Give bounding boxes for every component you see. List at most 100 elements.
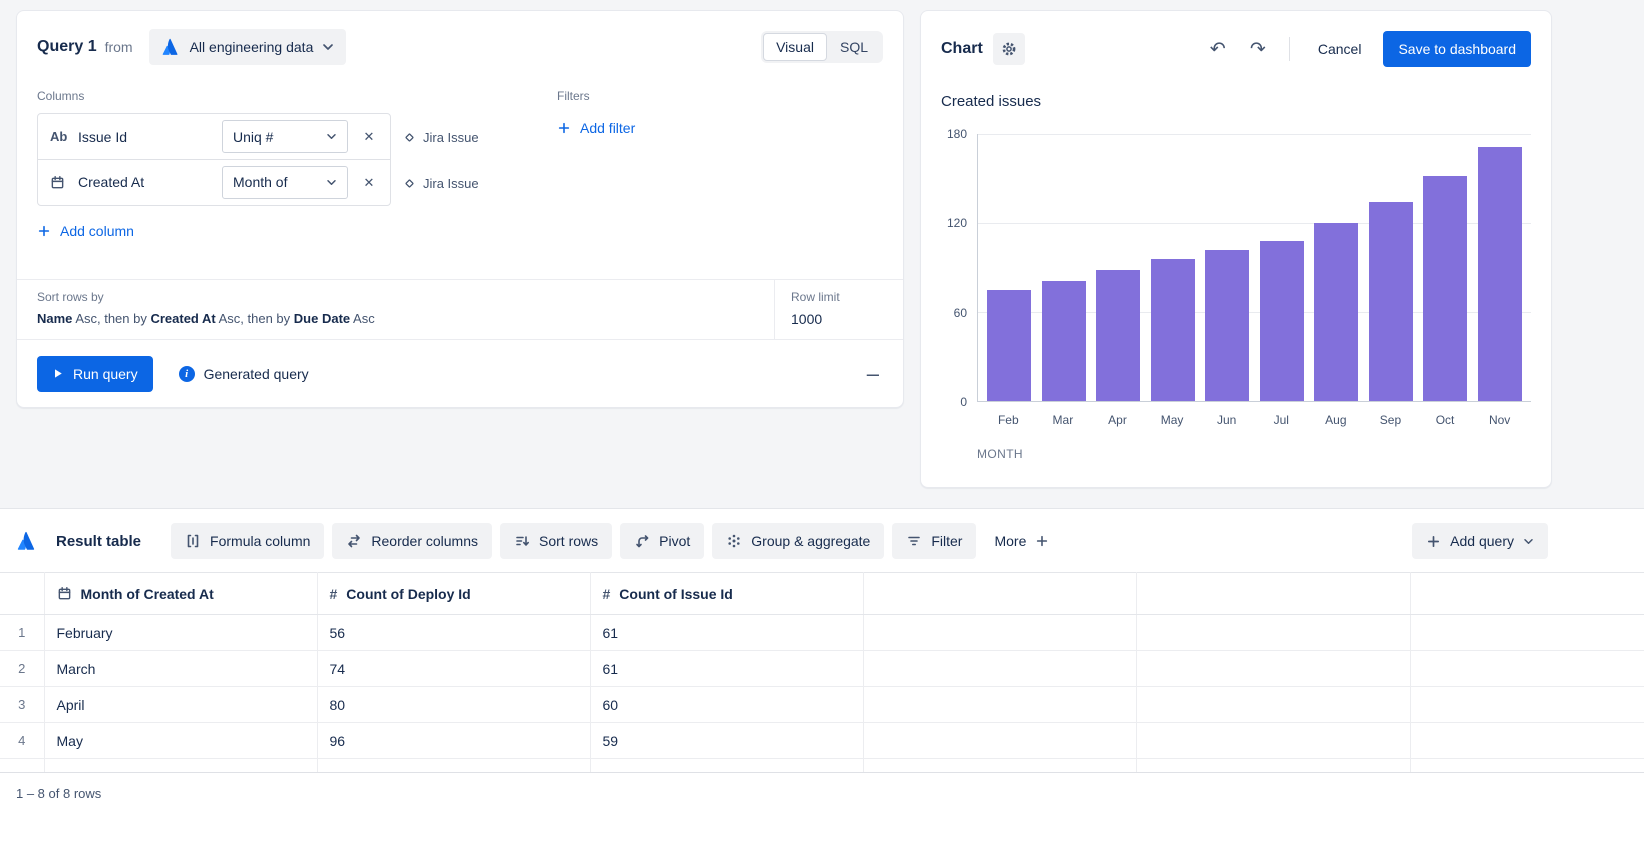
table-cell[interactable] [863, 615, 1136, 651]
empty-column-header[interactable] [1136, 573, 1410, 615]
formula-column-button[interactable]: Formula column [171, 523, 324, 559]
table-cell[interactable]: 61 [590, 615, 863, 651]
bar[interactable] [1478, 147, 1522, 401]
add-column-button[interactable]: Add column [37, 223, 134, 239]
x-tick-label: Jul [1254, 413, 1309, 427]
data-source-selector[interactable]: All engineering data [149, 29, 347, 65]
column-header-month[interactable]: Month of Created At [44, 573, 317, 615]
table-cell[interactable]: 56 [317, 615, 590, 651]
add-filter-button[interactable]: Add filter [557, 120, 635, 136]
table-cell[interactable] [863, 759, 1136, 773]
pivot-button[interactable]: Pivot [620, 523, 704, 559]
bar-nov[interactable] [1473, 134, 1528, 401]
table-cell[interactable]: February [44, 615, 317, 651]
table-cell[interactable] [1410, 723, 1644, 759]
filter-button[interactable]: Filter [892, 523, 976, 559]
table-cell[interactable]: June [44, 759, 317, 773]
column-name: Created At [78, 174, 214, 190]
table-cell[interactable] [1136, 687, 1410, 723]
row-number: 3 [0, 687, 44, 723]
aggregate-select[interactable]: Month of [222, 166, 348, 199]
bar-jun[interactable] [1200, 134, 1255, 401]
redo-icon[interactable]: ↷ [1243, 35, 1273, 63]
aggregate-select[interactable]: Uniq # [222, 120, 348, 153]
table-cell[interactable] [1410, 651, 1644, 687]
bar[interactable] [1369, 202, 1413, 401]
more-button[interactable]: More [984, 533, 1059, 549]
column-row-created-at[interactable]: Created At Month of ✕ [38, 159, 390, 204]
run-query-button[interactable]: Run query [37, 356, 153, 392]
table-cell[interactable]: 59 [590, 723, 863, 759]
query-body: Columns Ab Issue Id Uniq # ✕ [17, 89, 903, 279]
table-cell[interactable]: May [44, 723, 317, 759]
column-header-deploy-count[interactable]: # Count of Deploy Id [317, 573, 590, 615]
table-row: 3April8060 [0, 687, 1644, 723]
table-cell[interactable] [1136, 615, 1410, 651]
table-cell[interactable] [863, 687, 1136, 723]
view-toggle-sql[interactable]: SQL [827, 33, 881, 61]
table-cell[interactable] [863, 651, 1136, 687]
group-aggregate-button[interactable]: Group & aggregate [712, 523, 884, 559]
bar-jul[interactable] [1255, 134, 1310, 401]
sort-rows-button[interactable]: Sort rows [500, 523, 612, 559]
bar-aug[interactable] [1309, 134, 1364, 401]
bar[interactable] [1314, 223, 1358, 401]
reorder-columns-button[interactable]: Reorder columns [332, 523, 492, 559]
empty-column-header[interactable] [1410, 573, 1644, 615]
bar-feb[interactable] [982, 134, 1037, 401]
bar-mar[interactable] [1037, 134, 1092, 401]
bar[interactable] [1260, 241, 1304, 401]
formula-column-icon [185, 533, 201, 549]
chart-panel-title: Chart [941, 40, 983, 58]
remove-column-button[interactable]: ✕ [356, 169, 382, 195]
source-tag-jira-issue: Jira Issue [403, 160, 479, 206]
bar[interactable] [1096, 270, 1140, 401]
bar[interactable] [1042, 281, 1086, 401]
bar[interactable] [987, 290, 1031, 401]
chart-bars [978, 134, 1531, 401]
chart-settings-button[interactable] [993, 33, 1025, 65]
info-icon[interactable]: i [179, 366, 195, 382]
column-header-issue-count[interactable]: # Count of Issue Id [590, 573, 863, 615]
remove-column-button[interactable]: ✕ [356, 124, 382, 150]
table-cell[interactable] [1136, 651, 1410, 687]
table-cell[interactable]: March [44, 651, 317, 687]
filter-label: Filter [931, 533, 962, 549]
column-row-issue-id[interactable]: Ab Issue Id Uniq # ✕ [38, 114, 390, 159]
result-table-body: 1February56612March74613April80604May965… [0, 615, 1644, 773]
bar-oct[interactable] [1418, 134, 1473, 401]
atlassian-logo-icon [161, 37, 181, 57]
bar[interactable] [1151, 259, 1195, 401]
table-cell[interactable] [1410, 759, 1644, 773]
table-cell[interactable]: 74 [317, 651, 590, 687]
table-cell[interactable] [1136, 759, 1410, 773]
add-query-button[interactable]: Add query [1412, 523, 1548, 559]
number-type-icon: # [603, 586, 611, 602]
table-cell[interactable]: 60 [590, 759, 863, 773]
bar-sep[interactable] [1364, 134, 1419, 401]
table-cell[interactable] [1410, 615, 1644, 651]
table-cell[interactable]: April [44, 687, 317, 723]
table-cell[interactable]: 80 [317, 687, 590, 723]
table-row: 1February5661 [0, 615, 1644, 651]
table-cell[interactable]: 96 [317, 723, 590, 759]
save-to-dashboard-button[interactable]: Save to dashboard [1383, 31, 1531, 67]
table-cell[interactable] [1410, 687, 1644, 723]
bar[interactable] [1205, 250, 1249, 401]
cancel-button[interactable]: Cancel [1306, 41, 1374, 57]
chevron-down-icon [1523, 538, 1534, 545]
row-limit-value[interactable]: 1000 [791, 311, 887, 327]
bar-apr[interactable] [1091, 134, 1146, 401]
chart-panel: Chart ↶ ↷ Cancel Save to dashboard Creat… [920, 10, 1552, 488]
empty-column-header[interactable] [863, 573, 1136, 615]
undo-icon[interactable]: ↶ [1203, 35, 1233, 63]
table-cell[interactable]: 102 [317, 759, 590, 773]
table-cell[interactable]: 61 [590, 651, 863, 687]
table-cell[interactable] [1136, 723, 1410, 759]
table-cell[interactable] [863, 723, 1136, 759]
bar[interactable] [1423, 176, 1467, 401]
collapse-button[interactable]: – [863, 363, 883, 385]
view-toggle-visual[interactable]: Visual [763, 33, 827, 61]
bar-may[interactable] [1146, 134, 1201, 401]
table-cell[interactable]: 60 [590, 687, 863, 723]
